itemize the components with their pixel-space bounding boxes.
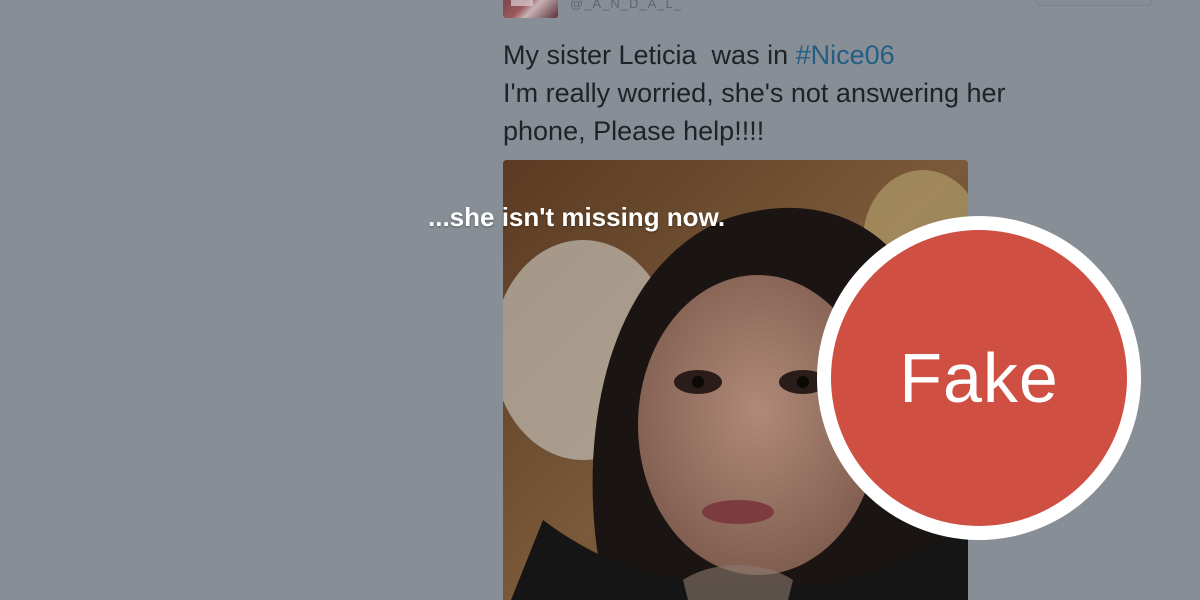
fake-verdict-label: Fake [899, 339, 1059, 417]
tweet-text: My sister Leticia was in #Nice06 I'm rea… [503, 36, 1103, 150]
tweet-text-line-3: phone, Please help!!!! [503, 116, 765, 146]
fake-verdict-circle: Fake [831, 230, 1127, 526]
user-handle[interactable]: @_A_N_D_A_L_ [570, 0, 682, 11]
hashtag-link[interactable]: #Nice06 [796, 40, 895, 70]
fake-verdict-stamp: Fake [817, 216, 1141, 540]
tweet-text-prefix: My sister Leticia was in [503, 40, 796, 70]
overlay-caption: ...she isn't missing now. [428, 202, 726, 232]
dimmed-tweet-screen: @_A_N_D_A_L_ My sister Leticia was in #N… [0, 0, 1200, 600]
user-avatar[interactable] [503, 0, 558, 18]
follow-button[interactable] [1036, 0, 1152, 6]
tweet-text-line-1: My sister Leticia was in #Nice06 [503, 36, 1103, 74]
tweet-text-line-2: I'm really worried, she's not answering … [503, 78, 1006, 108]
